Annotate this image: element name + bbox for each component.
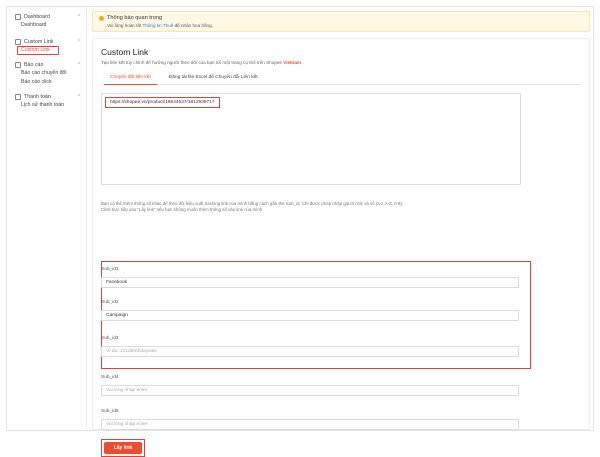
subid1-field: Sub_id1 Facebook: [101, 267, 521, 288]
report-icon: [15, 62, 21, 68]
tax-info-link[interactable]: Thông tin Thuế: [143, 23, 174, 28]
sidebar-item-click-report[interactable]: Báo cáo click: [15, 78, 86, 87]
page-subtitle-text: Tạo liên kết tùy chỉnh để hướng người th…: [101, 60, 284, 65]
custom-link-card: Custom Link Tạo liên kết tùy chỉnh để hư…: [92, 38, 590, 457]
notice-body-suffix: để nhận hoa hồng.: [173, 23, 213, 28]
chevron-up-icon: ^: [77, 14, 80, 20]
page-subtitle: Tạo liên kết tùy chỉnh để hướng người th…: [101, 60, 581, 65]
sidebar-group-label: Thanh toán: [24, 94, 51, 100]
link-value: https://shopee.vn/product/18644537/18129…: [105, 97, 220, 108]
subid4-label: Sub_id4: [101, 375, 119, 380]
sidebar-head-payment[interactable]: Thanh toán ^: [15, 93, 86, 101]
page-title: Custom Link: [101, 47, 149, 57]
subid4-field: Sub_id4 Vui lòng nhập enter: [101, 375, 521, 396]
notice-body: Vui lòng hoàn tất Thông tin Thuế để nhận…: [99, 23, 583, 28]
sidebar-group-payment: Thanh toán ^ Lịch sử thanh toán: [7, 93, 86, 110]
main-content: Thông báo quan trọng Vui lòng hoàn tất T…: [92, 11, 590, 457]
sidebar-group-label: Báo cáo: [24, 62, 44, 68]
dashboard-icon: [15, 14, 21, 20]
subid4-input[interactable]: Vui lòng nhập enter: [101, 385, 519, 396]
sidebar-group-reports: Báo cáo ^ Báo cáo chuyển đổi Báo cáo cli…: [7, 61, 86, 87]
subid2-label: Sub_id2: [101, 300, 119, 305]
subid2-field: Sub_id2 Campaign: [101, 300, 521, 321]
link-icon: [15, 39, 21, 45]
notice-title: Thông báo quan trọng: [99, 15, 583, 21]
sidebar-item-dashboard[interactable]: Dashboard: [15, 21, 86, 30]
get-link-highlight: Lấy link: [101, 439, 145, 457]
warning-icon: [99, 15, 104, 21]
subid5-label: Sub_id5: [101, 409, 119, 414]
chevron-up-icon: ^: [77, 62, 80, 68]
subid5-input[interactable]: Vui lòng nhập enter: [101, 419, 519, 430]
chevron-up-icon: ^: [77, 94, 80, 100]
link-textarea[interactable]: https://shopee.vn/product/18644537/18129…: [101, 93, 521, 185]
subid-hint-line2: Click trực tiếp vào "Lấy link" nếu bạn k…: [101, 207, 263, 212]
subid3-input[interactable]: Ví dụ: 1212Birthdaysale: [101, 346, 519, 357]
sidebar: Dashboard ^ Dashboard Custom Link ^ Cust…: [7, 7, 87, 430]
wallet-icon: [15, 94, 21, 100]
subid2-input[interactable]: Campaign: [101, 310, 519, 321]
subid5-field: Sub_id5 Vui lòng nhập enter: [101, 409, 521, 430]
sidebar-item-custom-link[interactable]: Custom Link: [17, 46, 59, 55]
sidebar-item-payment-history[interactable]: Lịch sử thanh toán: [15, 101, 86, 110]
notice-body-prefix: Vui lòng hoàn tất: [107, 23, 143, 28]
subid1-label: Sub_id1: [101, 267, 119, 272]
tab-upload-excel[interactable]: Đăng tải file Excel để Chuyển đổi Liên k…: [160, 71, 267, 84]
subid3-field: Sub_id3 Ví dụ: 1212Birthdaysale: [101, 336, 521, 357]
sidebar-head-reports[interactable]: Báo cáo ^: [15, 61, 86, 69]
brand-region: Vietnam: [283, 60, 302, 65]
subid-hint: Bạn có thể thêm thông số khác để theo dõ…: [101, 201, 581, 213]
app-frame: Dashboard ^ Dashboard Custom Link ^ Cust…: [6, 6, 594, 457]
sidebar-group-label: Custom Link: [24, 39, 54, 45]
get-link-button[interactable]: Lấy link: [104, 442, 142, 454]
tabs: Chuyển đổi liên kết Đăng tải file Excel …: [101, 71, 581, 85]
sidebar-group-label: Dashboard: [24, 14, 50, 20]
sidebar-head-custom-link[interactable]: Custom Link ^: [15, 38, 86, 46]
subid1-input[interactable]: Facebook: [101, 277, 519, 288]
sidebar-head-dashboard[interactable]: Dashboard ^: [15, 13, 86, 21]
sidebar-item-conversion-report[interactable]: Báo cáo chuyển đổi: [15, 69, 86, 78]
important-notice: Thông báo quan trọng Vui lòng hoàn tất T…: [92, 11, 590, 32]
sidebar-group-custom-link: Custom Link ^ Custom Link: [7, 38, 86, 55]
sidebar-group-dashboard: Dashboard ^ Dashboard: [7, 13, 86, 30]
subid3-label: Sub_id3: [101, 336, 119, 341]
notice-title-text: Thông báo quan trọng: [107, 15, 163, 21]
chevron-up-icon: ^: [77, 39, 80, 45]
tab-convert-link[interactable]: Chuyển đổi liên kết: [101, 71, 160, 85]
